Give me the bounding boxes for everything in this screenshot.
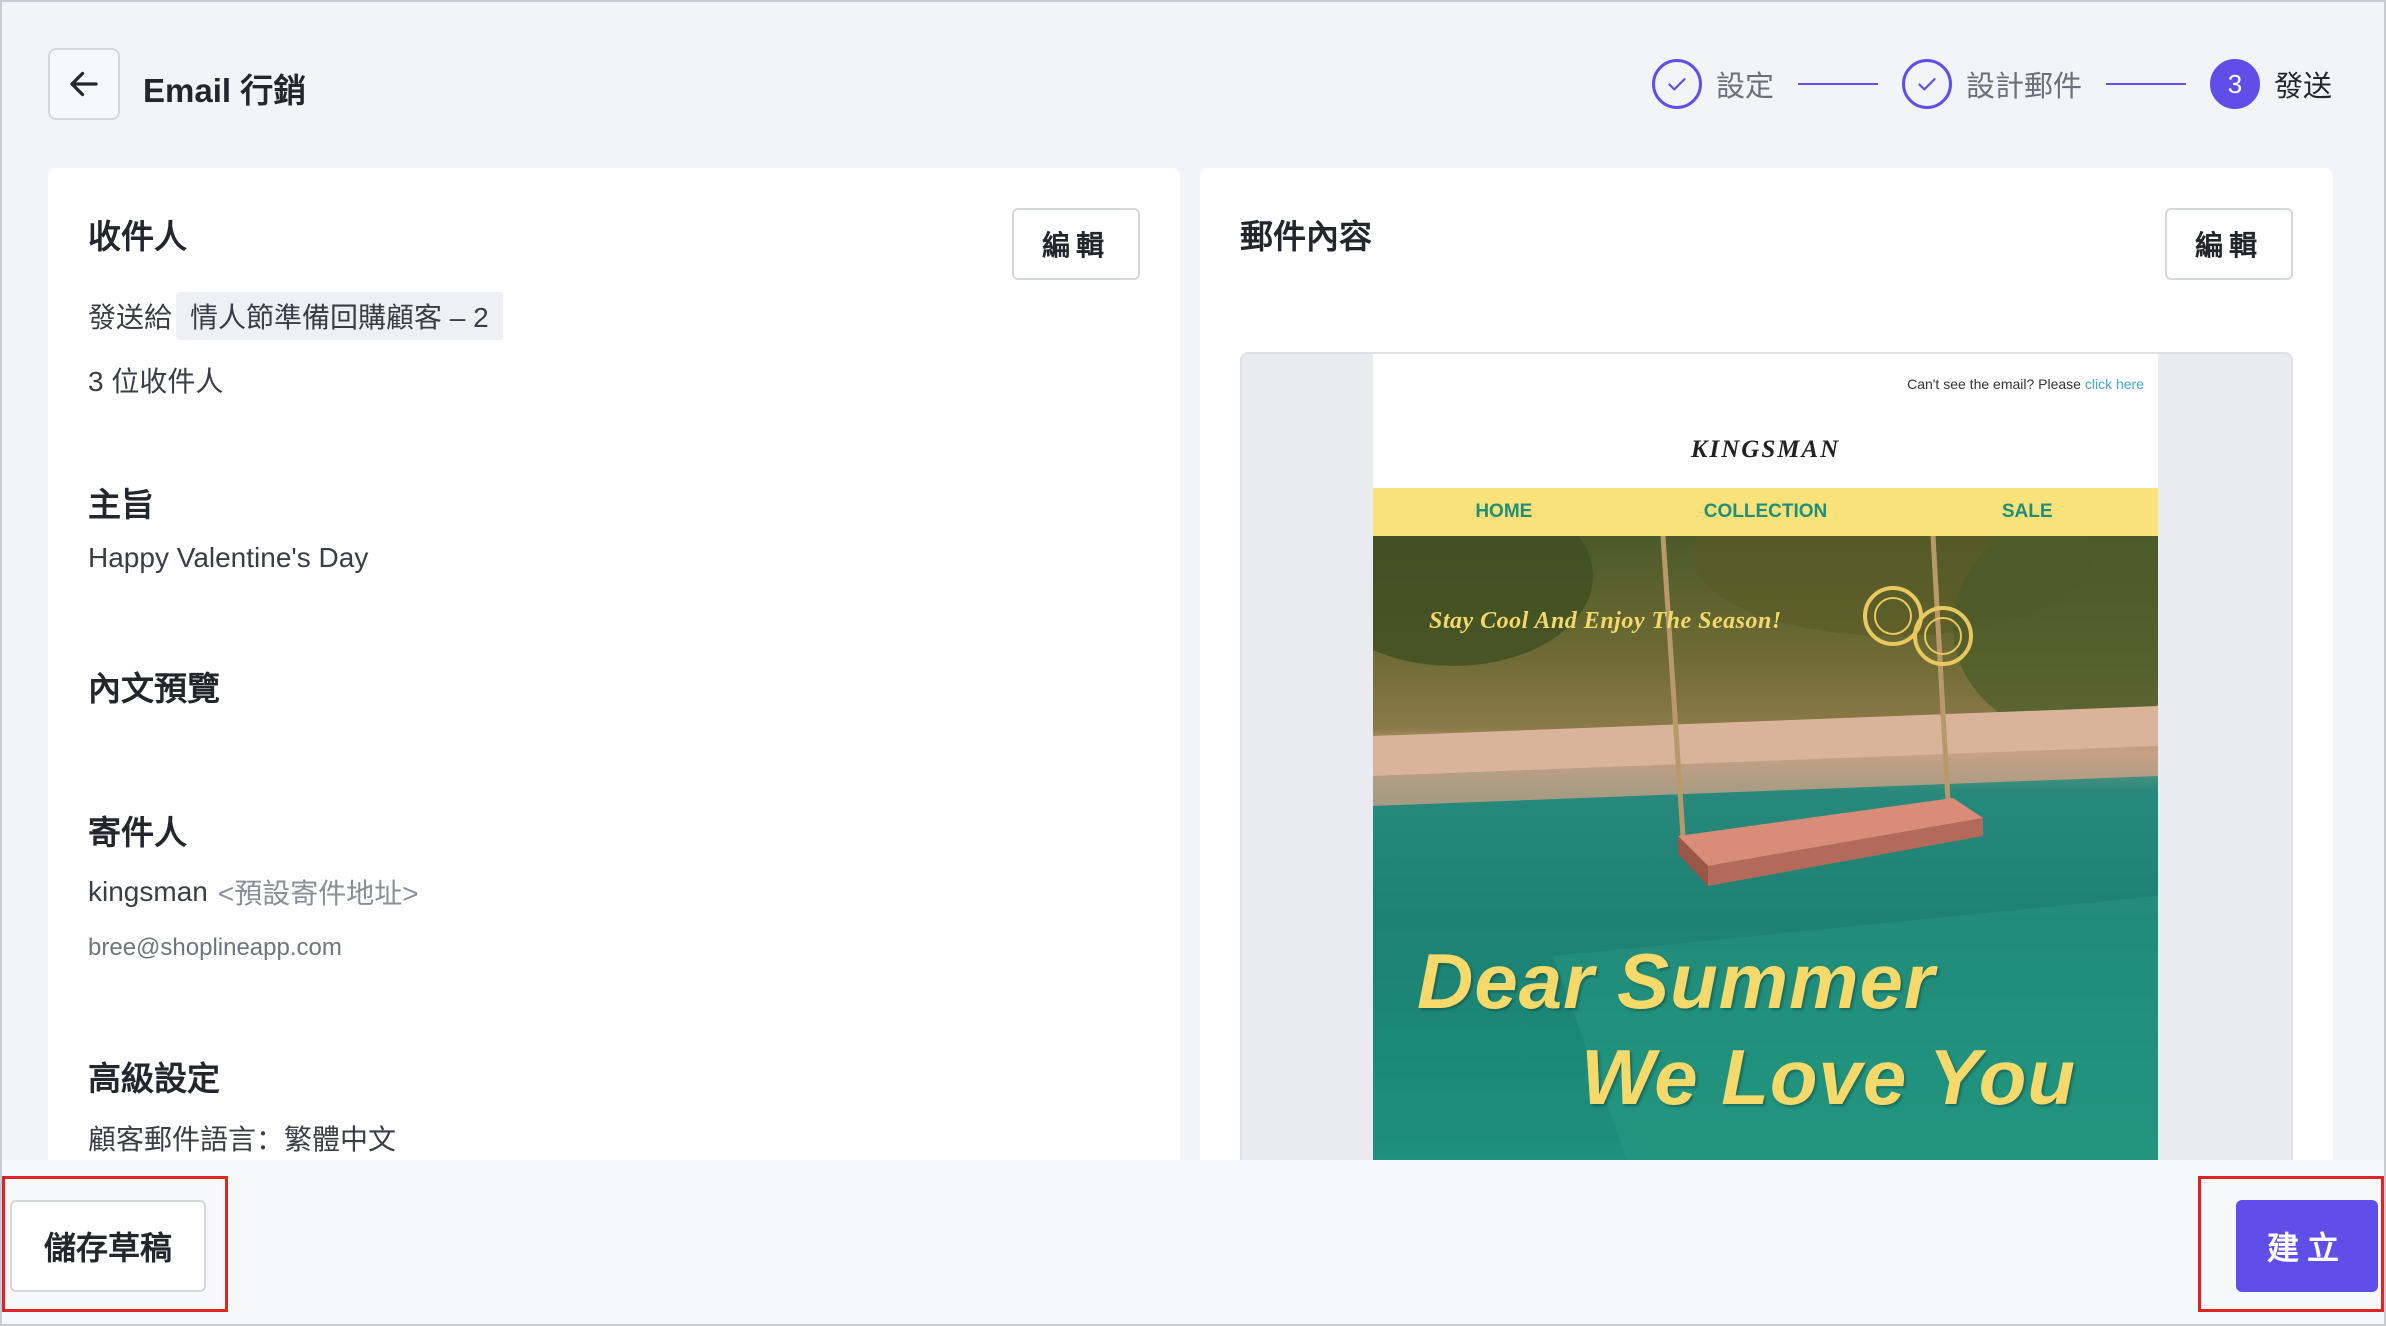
step-number: 3: [2209, 59, 2260, 109]
language-row: 顧客郵件語言： 繁體中文: [88, 1118, 396, 1158]
send-to-row: 發送給 情人節準備回購顧客 – 2: [88, 292, 503, 340]
recipients-title: 收件人: [88, 218, 187, 255]
segment-tag: 情人節準備回購顧客 – 2: [176, 292, 503, 340]
step-connector: [1797, 83, 1878, 85]
summary-card: 編輯 收件人 發送給 情人節準備回購顧客 – 2 3 位收件人 主旨 Happy…: [48, 168, 1180, 1168]
check-icon: [1651, 59, 1702, 109]
hero-headline-2: We Love You: [1581, 1033, 2076, 1121]
hero-headline-1: Dear Summer: [1417, 937, 1936, 1025]
view-online-link[interactable]: click here: [2085, 376, 2144, 392]
sender-name: kingsman: [88, 876, 208, 907]
back-button[interactable]: [48, 48, 120, 120]
view-online-prefix: Can't see the email? Please: [1907, 376, 2081, 392]
check-icon: [1901, 59, 1952, 109]
brand-logo: KINGSMAN: [1690, 436, 1841, 463]
email-content-title: 郵件內容: [1240, 218, 1372, 255]
email-nav-sale[interactable]: SALE: [1896, 501, 2158, 523]
bottom-action-bar: [2, 1160, 2384, 1324]
step-label: 發送: [2273, 71, 2332, 103]
edit-content-button[interactable]: 編輯: [2165, 208, 2293, 280]
view-online-text: Can't see the email? Please click here: [1907, 376, 2144, 392]
advanced-settings-title: 高級設定: [88, 1060, 220, 1097]
stepper: 設定 設計郵件 3 發送: [1651, 58, 2332, 110]
step-label: 設計郵件: [1965, 71, 2082, 103]
arrow-left-icon: [70, 71, 98, 97]
email-body: Can't see the email? Please click here K…: [1373, 354, 2158, 1170]
send-to-label: 發送給: [88, 302, 173, 333]
highlight-box-save-draft: [2, 1176, 228, 1312]
email-nav: HOME COLLECTION SALE: [1373, 488, 2158, 536]
step-send[interactable]: 3 發送: [2209, 59, 2332, 109]
sender-row: kingsman <預設寄件地址>: [88, 872, 419, 912]
step-design[interactable]: 設計郵件: [1901, 59, 2082, 109]
hero-image: Stay Cool And Enjoy The Season! Dear Sum…: [1373, 536, 2158, 1170]
subject-title: 主旨: [88, 486, 154, 523]
step-settings[interactable]: 設定: [1651, 59, 1774, 109]
email-nav-home[interactable]: HOME: [1373, 501, 1635, 523]
page-title: Email 行銷: [143, 72, 307, 109]
hero-tagline: Stay Cool And Enjoy The Season!: [1429, 608, 1782, 634]
sender-title: 寄件人: [88, 814, 187, 851]
language-label: 顧客郵件語言：: [88, 1124, 285, 1155]
edit-recipients-button[interactable]: 編輯: [1012, 208, 1140, 280]
email-nav-collection[interactable]: COLLECTION: [1635, 501, 1897, 523]
recipient-count: 3 位收件人: [88, 366, 224, 397]
language-value: 繁體中文: [284, 1124, 397, 1155]
subject-value: Happy Valentine's Day: [88, 542, 369, 573]
content-card: 郵件內容 編輯 Can't see the email? Please clic…: [1200, 168, 2333, 1172]
preview-text-title: 內文預覽: [88, 670, 220, 707]
sender-address-label: <預設寄件地址>: [217, 878, 419, 909]
sender-email: bree@shoplineapp.com: [88, 934, 342, 961]
step-label: 設定: [1715, 71, 1774, 103]
highlight-box-create: [2198, 1176, 2384, 1312]
email-preview: Can't see the email? Please click here K…: [1240, 352, 2293, 1172]
step-connector: [2105, 83, 2186, 85]
